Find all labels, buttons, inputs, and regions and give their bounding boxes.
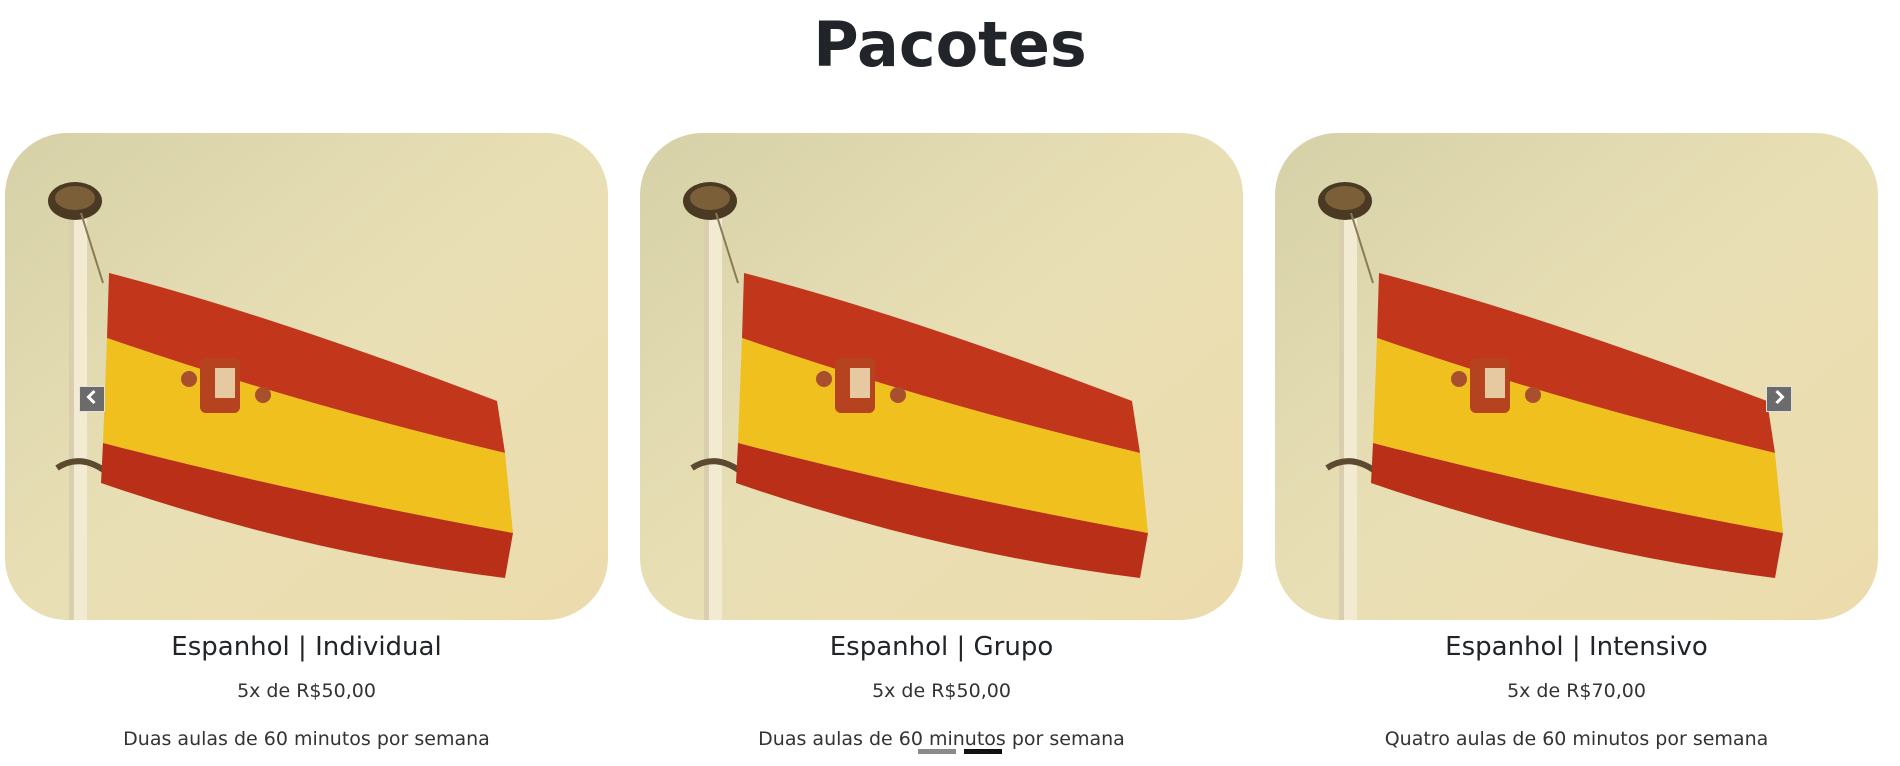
chevron-left-icon <box>84 389 100 409</box>
card-price: 5x de R$50,00 <box>237 680 376 702</box>
carousel-indicators <box>918 749 1002 754</box>
carousel-indicator-1[interactable] <box>918 749 956 754</box>
chevron-right-icon <box>1771 389 1787 409</box>
card-price: 5x de R$70,00 <box>1507 680 1646 702</box>
card-title: Espanhol | Grupo <box>829 632 1054 662</box>
carousel-prev-button[interactable] <box>79 386 105 412</box>
spain-flag-image <box>640 133 1243 620</box>
spain-flag-image <box>5 133 608 620</box>
spain-flag-image <box>1275 133 1878 620</box>
page: Pacotes Espanhol | Individual 5x de R$50… <box>0 0 1900 766</box>
carousel-next-button[interactable] <box>1766 386 1792 412</box>
section-title: Pacotes <box>813 8 1087 81</box>
card-description: Quatro aulas de 60 minutos por semana <box>1384 728 1769 750</box>
carousel-indicator-2[interactable] <box>964 749 1002 754</box>
card-title: Espanhol | Intensivo <box>1445 632 1708 662</box>
card-title: Espanhol | Individual <box>171 632 442 662</box>
card-price: 5x de R$50,00 <box>872 680 1011 702</box>
package-card-intensivo[interactable]: Espanhol | Intensivo 5x de R$70,00 Quatr… <box>1275 133 1878 752</box>
package-card-grupo[interactable]: Espanhol | Grupo 5x de R$50,00 Duas aula… <box>640 133 1243 752</box>
packages-carousel: Espanhol | Individual 5x de R$50,00 Duas… <box>0 133 1900 766</box>
package-card-individual[interactable]: Espanhol | Individual 5x de R$50,00 Duas… <box>5 133 608 752</box>
card-description: Duas aulas de 60 minutos por semana <box>123 728 490 750</box>
